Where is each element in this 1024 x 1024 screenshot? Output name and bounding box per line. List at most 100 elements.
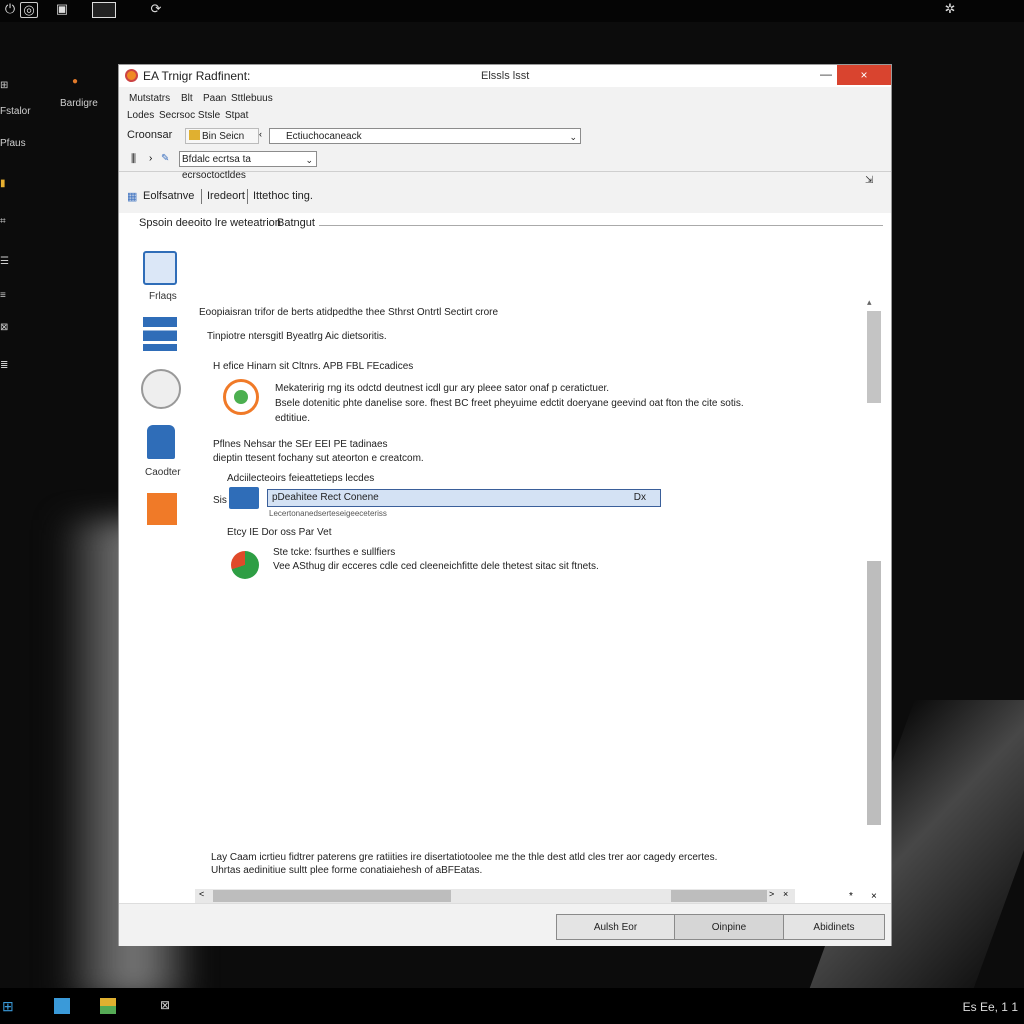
app-window: EA Trnigr Radfinent: Elssls lsst — × Mut… [118,64,892,946]
scroll-thumb[interactable] [867,561,881,825]
content-panel: Spsoin deeoito lre weteatrion Batngut Fr… [119,213,891,903]
menu-bar: Mutstatrs Blt Paan Sttlebuus [119,91,891,107]
chevron-down-icon[interactable]: ⌄ [569,129,577,145]
list-icon[interactable] [143,317,177,351]
group-heading: H efice Hinarn sit Cltnrs. APB FBL FEcad… [213,361,414,372]
vertical-scrollbar[interactable] [865,295,883,835]
user-icon[interactable]: ◎ [20,2,38,18]
combo-value: Bin Seicn [202,131,245,142]
tab-import[interactable]: Iredeort [207,190,245,202]
window-title: EA Trnigr Radfinent: [143,69,251,83]
advanced-button[interactable]: Abidinets [783,914,885,940]
monitor-icon[interactable] [92,2,116,18]
toolbar-label: Croonsar [127,129,173,141]
desktop-label: Pfaus [0,138,26,149]
scroll-thumb[interactable] [213,890,451,902]
scroll-thumb[interactable] [671,890,767,902]
settings-icon[interactable]: ✲ [942,2,958,16]
hint-text: Lecertonanedserteseigeeceteriss [269,509,387,518]
scroll-right-icon[interactable]: > [769,889,774,899]
disk-icon[interactable] [141,369,181,409]
chart-icon [231,551,259,579]
selected-value: pDeahitee Rect Conene [272,492,379,503]
scroll-left-icon[interactable]: < [199,889,204,899]
app-icon[interactable] [100,998,116,1014]
monitor-icon[interactable] [143,251,177,285]
desktop-label: Fstalor [0,106,31,117]
bag-icon[interactable] [147,425,175,459]
clear-button[interactable]: Dx [634,490,646,506]
menu-item[interactable]: Blt [181,93,193,104]
submenu-item[interactable]: Lodes [127,110,154,121]
network-icon[interactable]: ▣ [54,2,70,16]
resize-icon[interactable]: * [849,891,853,902]
section-tag: Batngut [277,217,315,229]
menu-item[interactable]: Mutstatrs [129,93,170,104]
body-text: edtitiue. [275,413,311,424]
app-icon[interactable] [54,998,70,1014]
tab-strip: ▦ Eolfsatnve Iredeort Ittethoc ting. [123,187,885,207]
chevron-right-icon[interactable]: › [149,153,152,164]
window-icon [229,487,259,509]
tab-properties[interactable]: Eolfsatnve [143,190,194,202]
taskbar-clock: Es Ee, 1 1 [962,1000,1018,1014]
selected-row[interactable]: pDeahitee Rect Conene Dx [267,489,661,507]
title-bar: EA Trnigr Radfinent: Elssls lsst — × [119,65,891,87]
submenu-item[interactable]: Secrsoc Stsle [159,110,220,121]
desktop-icon[interactable]: ☰ [0,256,9,268]
body-text: Bsele dotenitic phte danelise sore. fhes… [275,398,744,409]
body-text: Eoopiaisran trifor de berts atidpedthe t… [199,307,499,318]
power-icon[interactable]: ⏻ [2,2,18,16]
app-icon [125,69,138,82]
start-icon[interactable]: ⊞ [2,998,18,1014]
refresh-icon[interactable]: ⟳ [148,2,164,16]
taskbar: ⊞ ⊠ [0,988,1024,1024]
submenu-item[interactable]: Stpat [225,110,248,121]
desktop-icon[interactable]: ≡ [0,290,6,302]
scroll-end-icon[interactable]: × [783,889,788,899]
options-button[interactable]: Oinpine [674,914,784,940]
top-bar: ⏻ ◎ ▣ ⟳ ✲ [0,0,1024,22]
filter-combo[interactable]: Bfdalc ecrtsa ta ecrsoctoctldes ⌄ [179,151,317,181]
tab-separator [247,189,248,204]
path-combo[interactable]: Ectiuchocaneack ⌄ [269,128,581,144]
field-label: Sis [213,495,227,506]
close-button[interactable]: × [837,65,891,85]
folder-icon [189,130,200,140]
desktop-icon[interactable]: ● [72,76,78,88]
desktop-icon[interactable]: ⊠ [0,322,8,334]
scroll-up-icon[interactable]: ▴ [867,297,872,308]
body-text: dieptin ttesent fochany sut ateorton e c… [213,453,424,464]
description: Lay Caam icrtieu fidtrer paterens gre ra… [211,851,717,877]
pin-icon[interactable]: ✎ [161,153,169,164]
desktop-icon[interactable]: ⌗ [0,216,6,228]
toolbar: Croonsar Bin Seicn ‹ Ectiuchocaneack ⌄ [119,125,891,147]
desktop-icon[interactable]: ⊞ [0,80,8,92]
horizontal-scrollbar[interactable]: < > × [195,889,795,903]
chevron-down-icon[interactable]: ⌄ [305,152,313,168]
chevron-left-icon[interactable]: ‹ [259,129,262,139]
body-text: Mekateririg rng its odctd deutnest icdl … [275,383,610,394]
folder-icon[interactable]: ▮ [0,178,6,190]
sub-menu-bar: Lodes Secrsoc Stsle Stpat [119,109,891,123]
menu-item[interactable]: Paan [203,93,226,104]
menu-item[interactable]: Sttlebuus [231,93,273,104]
apply-button[interactable]: Aulsh Eor [556,914,675,940]
package-icon[interactable] [147,493,177,525]
combo-value: Bfdalc ecrtsa ta ecrsoctoctldes [182,154,251,181]
sync-icon-center [234,390,248,404]
close-small-icon[interactable]: × [871,891,877,902]
address-row: ⫼ › ✎ Bfdalc ecrtsa ta ecrsoctoctldes ⌄ [119,149,891,181]
tab-settings[interactable]: Ittethoc ting. [253,190,313,202]
view-icon[interactable]: ⫼ [131,153,136,166]
app-icon[interactable]: ⊠ [160,998,176,1014]
combo-value: Ectiuchocaneack [286,131,362,142]
pin-icon[interactable]: ⇲ [865,175,873,186]
section-divider [319,225,883,226]
scroll-thumb[interactable] [867,311,881,403]
description-line: Lay Caam icrtieu fidtrer paterens gre ra… [211,852,718,863]
body-text: Vee ASthug dir ecceres cdle ced cleeneic… [273,561,599,572]
sidebar-label: Frlaqs [149,291,177,302]
group-heading: Etcy IE Dor oss Par Vet [227,527,332,538]
desktop-icon[interactable]: ≣ [0,360,8,372]
